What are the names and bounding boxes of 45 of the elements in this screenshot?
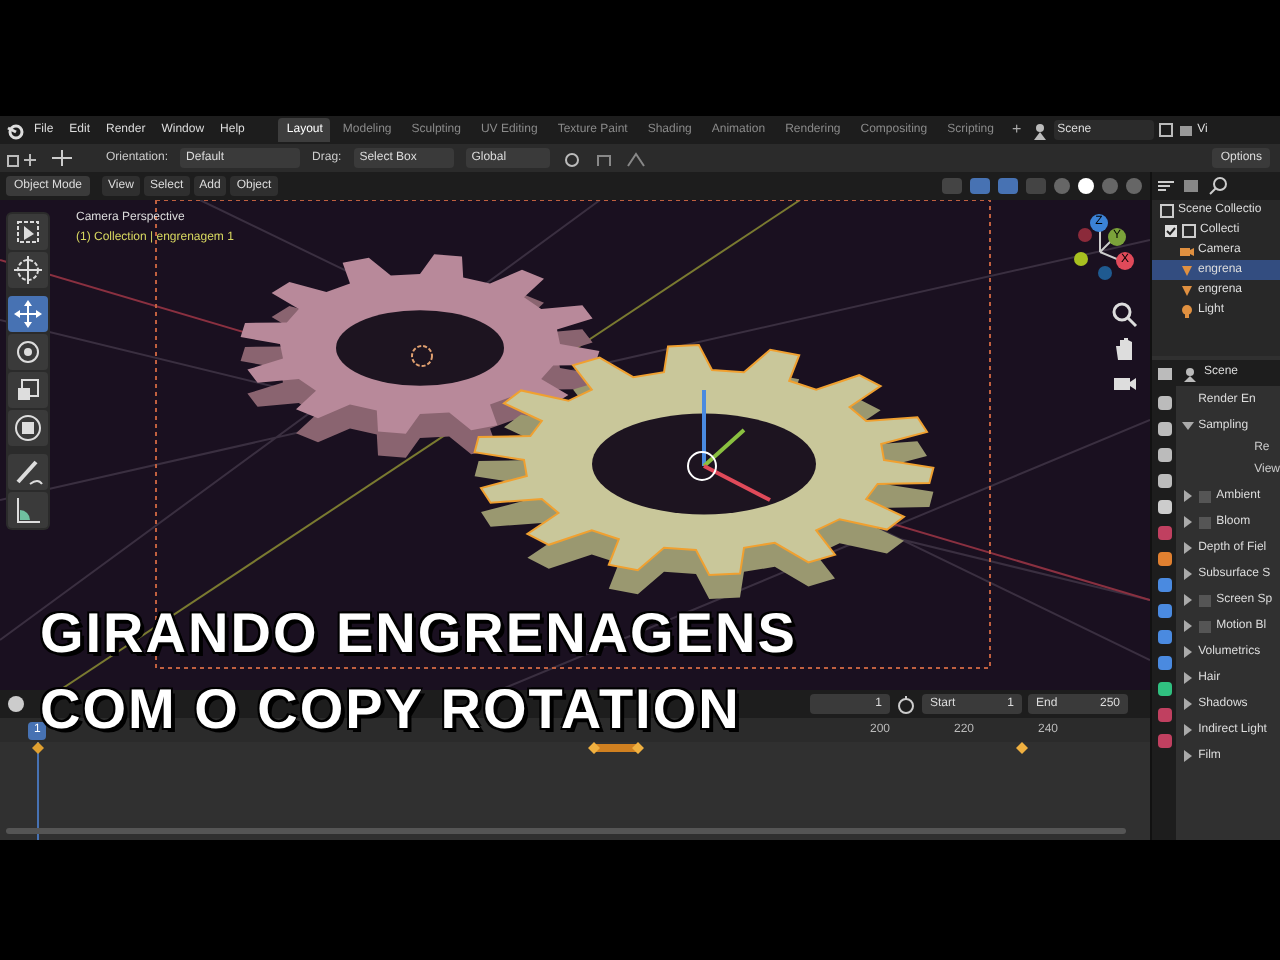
transform-pivot-icon: [6, 149, 38, 167]
tool-button[interactable]: [8, 296, 48, 332]
collection-box-icon: [1160, 203, 1174, 217]
gizmo-icon: [968, 176, 992, 196]
axis-dot-icon: [1098, 266, 1112, 280]
axis-dot-icon: [1074, 252, 1088, 266]
tool-button[interactable]: [8, 372, 48, 408]
copy-icon: [1157, 122, 1174, 138]
tool-button[interactable]: [8, 214, 48, 250]
xray-icon: [1024, 176, 1048, 196]
tool-button[interactable]: [8, 334, 48, 370]
move-arrows-icon: [50, 148, 74, 168]
solid-shading-icon: [1076, 176, 1096, 196]
title-text: GIRANDO ENGRENAGENS: [40, 600, 797, 668]
stopwatch-icon: [896, 694, 916, 714]
zoom-icon: [1110, 300, 1138, 328]
tool-button[interactable]: [8, 454, 48, 490]
scene-icon: [1031, 121, 1050, 139]
rendered-shading-icon: [1124, 176, 1144, 196]
camera-icon: [1180, 243, 1194, 257]
move-tool-icon: [10, 296, 46, 332]
axis-dot-icon: [1078, 228, 1092, 242]
cursor-tool-icon: [10, 252, 46, 288]
hand-icon: [1110, 334, 1138, 362]
transform-gizmo: [687, 390, 771, 502]
proportional-icon: [625, 149, 646, 167]
tool-button[interactable]: [8, 410, 48, 446]
filter-icon: [1156, 178, 1176, 194]
tool-button[interactable]: [8, 492, 48, 528]
app-logo-icon: [6, 121, 24, 139]
transform-tool-icon: [10, 410, 46, 446]
scroll-bar[interactable]: [6, 828, 1126, 834]
visibility-icon: [940, 176, 964, 196]
add-workspace-button[interactable]: +: [1005, 118, 1028, 142]
collection-icon: [1182, 223, 1196, 237]
overlay-icon: [996, 176, 1020, 196]
wireframe-shading-icon: [1052, 176, 1072, 196]
light-icon: [1180, 303, 1194, 317]
search-icon: [1208, 176, 1228, 196]
snap-icon: [593, 149, 614, 167]
pivot-icon: [561, 149, 582, 167]
material-shading-icon: [1100, 176, 1120, 196]
scene-icon: [1182, 365, 1198, 381]
tool-button[interactable]: [8, 252, 48, 288]
origin-marker: [411, 345, 433, 367]
